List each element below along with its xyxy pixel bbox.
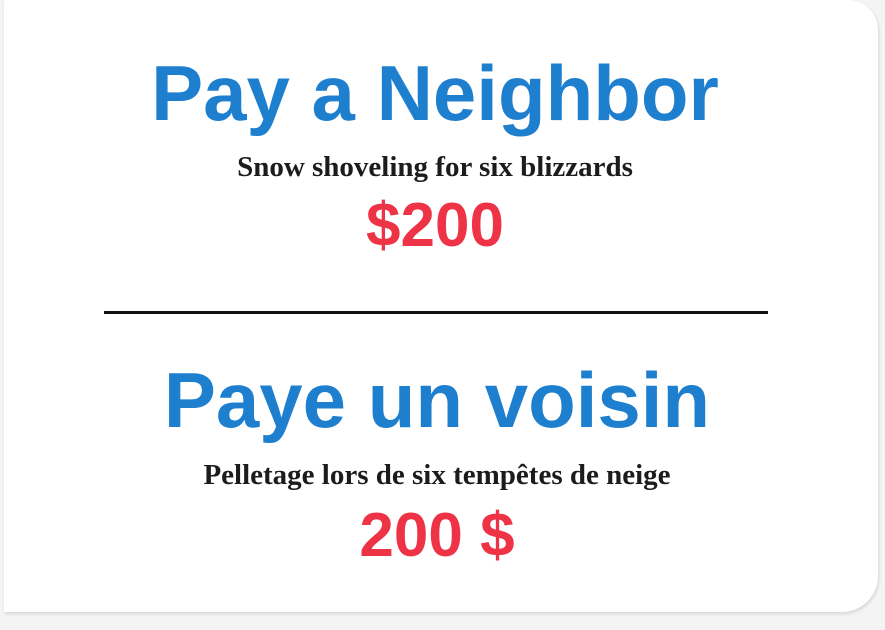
english-description: Snow shoveling for six blizzards [237,151,633,183]
english-title: Pay a Neighbor [151,49,719,137]
french-amount: 200 $ [359,501,515,570]
section-divider [104,311,768,314]
payment-card: Pay a Neighbor Snow shoveling for six bl… [4,0,878,612]
french-description: Pelletage lors de six tempêtes de neige [203,459,671,491]
french-title: Paye un voisin [163,356,711,444]
english-amount: $200 [366,191,504,260]
